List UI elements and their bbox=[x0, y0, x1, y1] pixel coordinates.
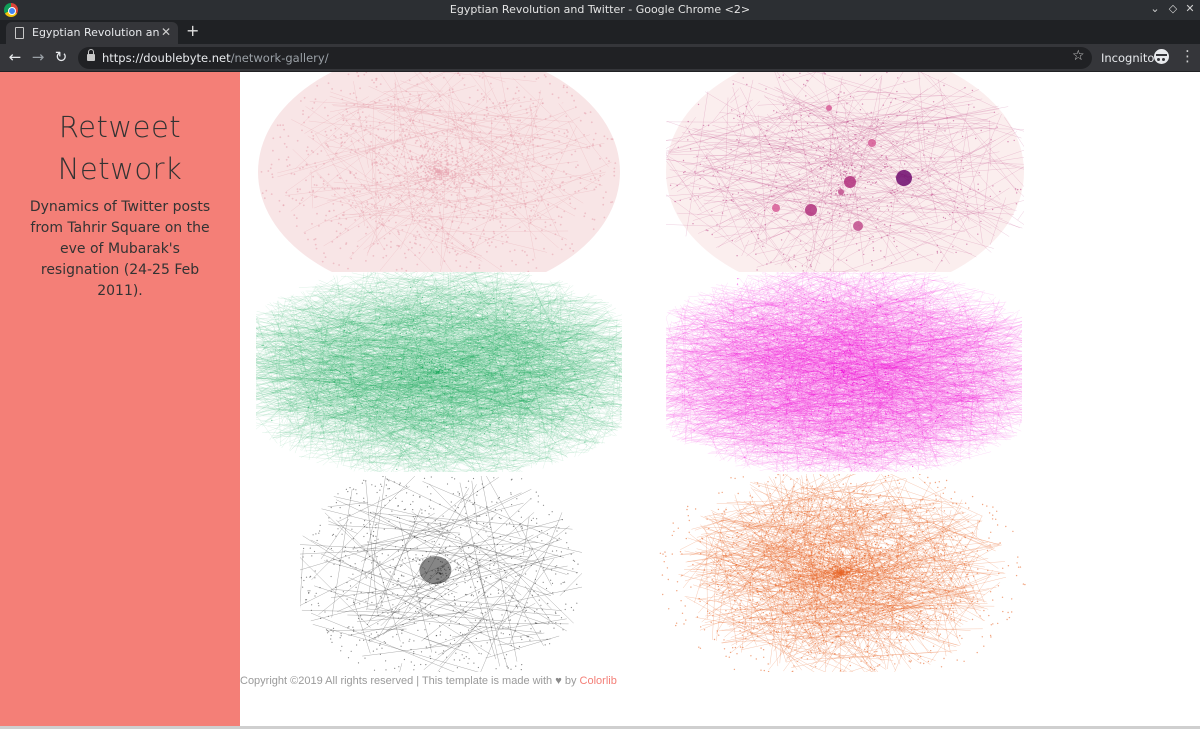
tab-label: Egyptian Revolution and Twitter bbox=[32, 26, 160, 39]
network-green-graph-canvas bbox=[256, 272, 622, 472]
footer: Copyright ©2019 All rights reserved | Th… bbox=[240, 675, 617, 687]
url-text[interactable]: https://doublebyte.net/network-gallery/ bbox=[102, 51, 329, 65]
footer-by: by bbox=[564, 675, 577, 687]
sidebar: Retweet Network Dynamics of Twitter post… bbox=[0, 72, 240, 729]
network-grey-graph-canvas bbox=[300, 476, 582, 672]
tab-strip: Egyptian Revolution and Twitter ✕ bbox=[0, 20, 1200, 44]
network-magenta-graph[interactable] bbox=[666, 272, 1022, 472]
browser-toolbar: ← → ↻ https://doublebyte.net/network-gal… bbox=[0, 44, 1200, 72]
network-purple-bubbles-graph-canvas bbox=[666, 72, 1024, 272]
url-host: https://doublebyte.net bbox=[102, 51, 231, 65]
minimize-icon[interactable]: ⌄ bbox=[1148, 2, 1162, 15]
lock-icon bbox=[87, 49, 95, 61]
url-path: /network-gallery/ bbox=[230, 51, 329, 65]
page-viewport: Retweet Network Dynamics of Twitter post… bbox=[0, 72, 1200, 729]
colorlib-link[interactable]: Colorlib bbox=[580, 675, 617, 687]
close-window-icon[interactable]: ✕ bbox=[1183, 2, 1197, 15]
network-grey-graph[interactable] bbox=[300, 476, 582, 672]
footer-copyright: Copyright ©2019 All rights reserved | Th… bbox=[240, 675, 553, 687]
forward-arrow-icon[interactable]: → bbox=[29, 48, 47, 66]
bookmark-star-icon[interactable]: ☆ bbox=[1072, 48, 1085, 64]
network-magenta-graph-canvas bbox=[666, 272, 1022, 472]
reload-icon[interactable]: ↻ bbox=[52, 48, 70, 66]
network-purple-bubbles-graph[interactable] bbox=[666, 72, 1024, 272]
page-icon bbox=[15, 27, 24, 39]
maximize-icon[interactable]: ◇ bbox=[1166, 2, 1180, 15]
network-pink-graph-canvas bbox=[258, 72, 620, 272]
back-arrow-icon[interactable]: ← bbox=[6, 48, 24, 66]
heart-icon: ♥ bbox=[555, 675, 562, 687]
window-titlebar: Egyptian Revolution and Twitter - Google… bbox=[0, 0, 1200, 20]
network-orange-graph[interactable] bbox=[656, 474, 1026, 672]
close-tab-icon[interactable]: ✕ bbox=[161, 25, 171, 39]
network-orange-graph-canvas bbox=[656, 474, 1026, 672]
page-description: Dynamics of Twitter posts from Tahrir Sq… bbox=[29, 199, 211, 299]
network-green-graph[interactable] bbox=[256, 272, 622, 472]
incognito-icon[interactable] bbox=[1154, 49, 1169, 64]
network-pink-graph[interactable] bbox=[258, 72, 620, 272]
window-title: Egyptian Revolution and Twitter - Google… bbox=[449, 3, 751, 16]
page-title: Retweet Network bbox=[57, 110, 183, 186]
address-bar[interactable]: https://doublebyte.net/network-gallery/ bbox=[78, 47, 1092, 69]
new-tab-icon[interactable]: + bbox=[186, 21, 199, 40]
incognito-label: Incognito bbox=[1101, 51, 1155, 65]
browser-tab[interactable]: Egyptian Revolution and Twitter ✕ bbox=[6, 22, 178, 44]
more-menu-icon[interactable]: ⋮ bbox=[1180, 47, 1195, 65]
